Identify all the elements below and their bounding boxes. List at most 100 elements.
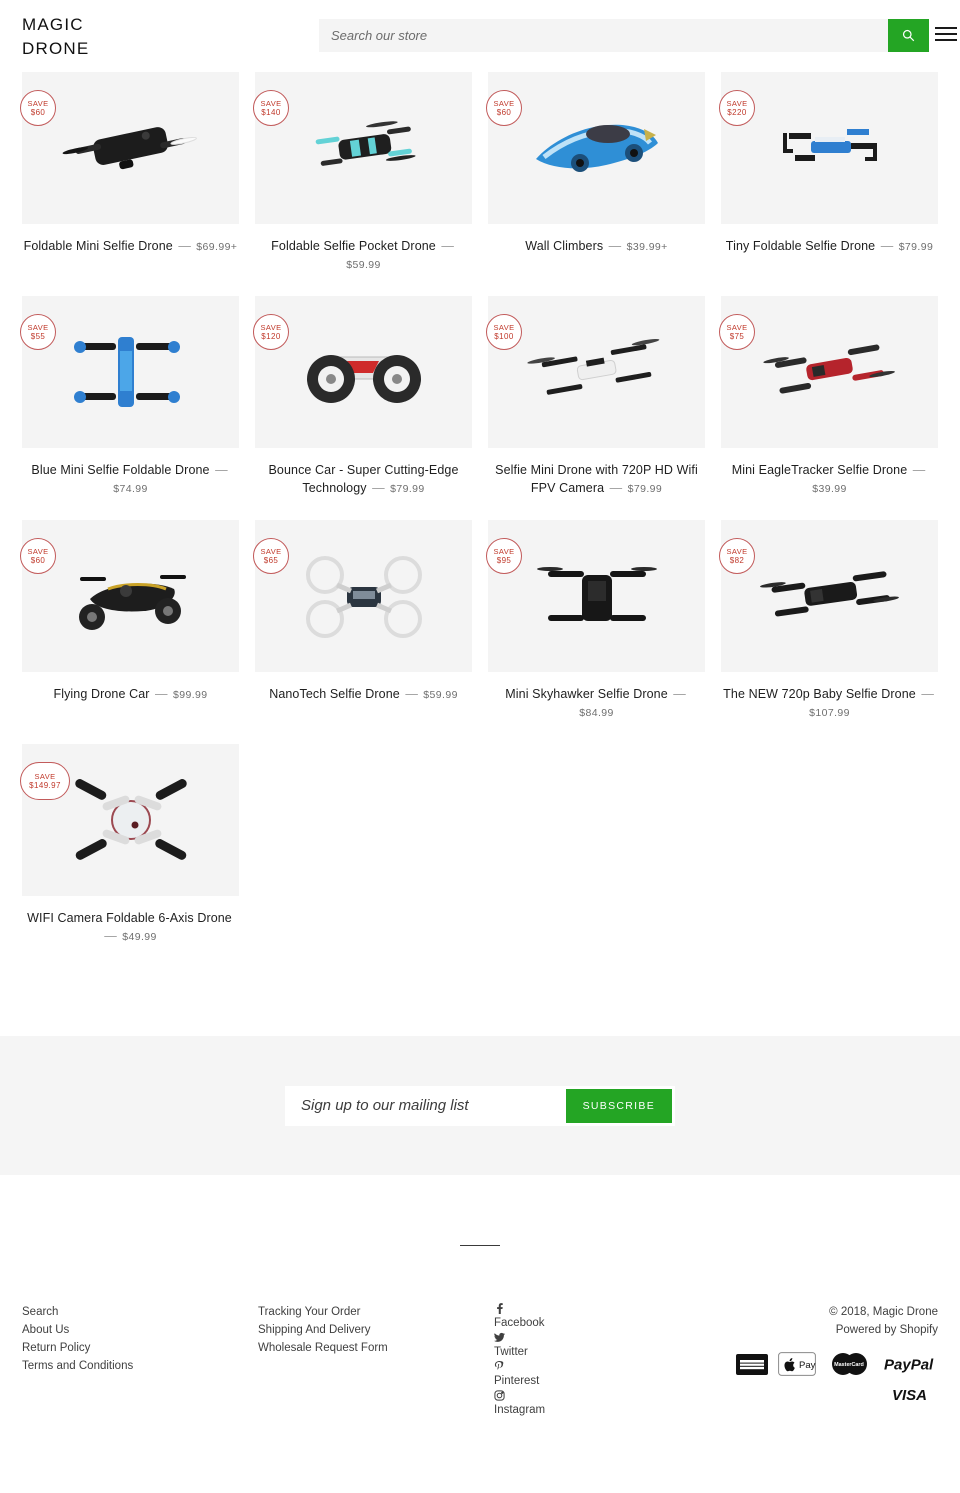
search-input[interactable]	[319, 19, 888, 52]
product-image-tile[interactable]: SAVE $75	[719, 296, 938, 448]
product-title[interactable]: Wall Climbers	[525, 239, 603, 253]
product-title[interactable]: Mini EagleTracker Selfie Drone	[732, 463, 908, 477]
save-badge-amount: $60	[30, 108, 46, 117]
product-price: $69.99+	[196, 241, 238, 253]
newsletter-email-input[interactable]	[288, 1096, 566, 1115]
footer-link-about-us[interactable]: About Us	[22, 1321, 258, 1339]
save-badge-label: SAVE	[27, 323, 49, 332]
save-badge: SAVE $75	[719, 314, 755, 350]
footer-link-tracking-your-order[interactable]: Tracking Your Order	[258, 1303, 494, 1321]
svg-text:VISA: VISA	[892, 1387, 927, 1404]
save-badge-label: SAVE	[726, 99, 748, 108]
product-title[interactable]: WIFI Camera Foldable 6-Axis Drone	[27, 911, 232, 925]
product-price: $107.99	[809, 707, 850, 719]
product-price: $49.99	[122, 931, 157, 943]
product-image-tile[interactable]: SAVE $55	[20, 296, 239, 448]
footer-link-search[interactable]: Search	[22, 1303, 258, 1321]
payment-icon-paypal: PayPal	[882, 1353, 938, 1375]
product-card[interactable]: SAVE $140 Foldable Selfie Pocket Drone — $…	[247, 72, 480, 274]
hamburger-menu-icon[interactable]	[935, 26, 957, 42]
product-separator: —	[437, 239, 454, 253]
product-image-tile[interactable]: SAVE $140	[253, 72, 472, 224]
social-link-pinterest[interactable]: Pinterest	[494, 1361, 736, 1390]
social-link-facebook[interactable]: Facebook	[494, 1303, 736, 1332]
product-image-tile[interactable]: SAVE $100	[486, 296, 705, 448]
product-title[interactable]: Blue Mini Selfie Foldable Drone	[31, 463, 209, 477]
product-image-tile[interactable]: SAVE $149.97	[20, 744, 239, 896]
product-title[interactable]: Mini Skyhawker Selfie Drone	[505, 687, 667, 701]
payment-icon-visa: VISA	[890, 1383, 938, 1405]
site-logo[interactable]: MAGIC DRONE	[22, 13, 182, 61]
product-image-tile[interactable]: SAVE $60	[486, 72, 705, 224]
product-title[interactable]: Flying Drone Car	[53, 687, 149, 701]
product-card[interactable]: SAVE $55 Blue Mini Selfie Foldable Drone —…	[14, 296, 247, 498]
search-submit-button[interactable]	[888, 19, 929, 52]
footer-link-wholesale-request-form[interactable]: Wholesale Request Form	[258, 1339, 494, 1357]
footer-links-primary: Search About Us Return Policy Terms and Con…	[22, 1303, 258, 1419]
subscribe-button[interactable]: SUBSCRIBE	[565, 1088, 672, 1123]
svg-text:MasterCard: MasterCard	[834, 1362, 864, 1368]
product-separator: —	[151, 687, 171, 701]
save-badge: SAVE $55	[20, 314, 56, 350]
menu-bar-1	[935, 27, 957, 29]
product-image-tile[interactable]: SAVE $65	[253, 520, 472, 672]
product-separator: —	[605, 239, 625, 253]
social-link-label: Instagram	[494, 1404, 546, 1416]
product-card[interactable]: SAVE $220 Tiny Foldable Selfie Drone — $79…	[713, 72, 946, 274]
product-info: WIFI Camera Foldable 6-Axis Drone — $49.…	[22, 896, 239, 946]
social-link-instagram[interactable]: Instagram	[494, 1390, 736, 1419]
product-title[interactable]: Foldable Selfie Pocket Drone	[271, 239, 436, 253]
facebook-icon	[494, 1303, 736, 1314]
blue-wall-climber-car-image	[488, 72, 705, 224]
white-bounce-car-image	[255, 296, 472, 448]
product-card[interactable]: SAVE $60 Flying Drone Car — $99.99	[14, 520, 247, 722]
product-image-tile[interactable]: SAVE $82	[719, 520, 938, 672]
product-title[interactable]: Tiny Foldable Selfie Drone	[726, 239, 875, 253]
save-badge-label: SAVE	[493, 547, 515, 556]
product-title[interactable]: Bounce Car - Super Cutting-Edge Technolo…	[268, 463, 458, 495]
save-badge-amount: $140	[261, 108, 281, 117]
product-image-tile[interactable]: SAVE $60	[20, 72, 239, 224]
save-badge: SAVE $220	[719, 90, 755, 126]
product-image-tile[interactable]: SAVE $220	[719, 72, 938, 224]
product-card[interactable]: SAVE $82 The NEW 720p Baby Selfie Drone — …	[713, 520, 946, 722]
social-link-twitter[interactable]: Twitter	[494, 1332, 736, 1361]
footer-link-return-policy[interactable]: Return Policy	[22, 1339, 258, 1357]
save-badge-label: SAVE	[260, 99, 282, 108]
search-icon	[902, 29, 915, 42]
blue-mini-foldable-drone-image	[22, 296, 239, 448]
product-card[interactable]: SAVE $60 Wall Climbers — $39.99+	[480, 72, 713, 274]
product-card[interactable]: SAVE $100 Selfie Mini Drone with 720P HD W…	[480, 296, 713, 498]
social-link-label: Facebook	[494, 1317, 545, 1329]
save-badge-amount: $82	[729, 556, 745, 565]
footer-link-terms-and-conditions[interactable]: Terms and Conditions	[22, 1357, 258, 1375]
product-card[interactable]: SAVE $149.97 WIFI Camera Foldable 6-Axis D…	[14, 744, 247, 946]
product-info: Mini Skyhawker Selfie Drone — $84.99	[488, 672, 705, 722]
product-card[interactable]: SAVE $65 NanoTech Selfie Drone — $59.99	[247, 520, 480, 722]
footer-link-shipping-and-delivery[interactable]: Shipping And Delivery	[258, 1321, 494, 1339]
payment-icons-row-1: Pay MasterCard PayPal	[736, 1352, 938, 1376]
product-card[interactable]: SAVE $120 Bounce Car - Super Cutting-Edge …	[247, 296, 480, 498]
save-badge: SAVE $100	[486, 314, 522, 350]
product-separator: —	[368, 481, 389, 495]
product-card[interactable]: SAVE $95 Mini Skyhawker Selfie Drone — $84…	[480, 520, 713, 722]
product-image-tile[interactable]: SAVE $95	[486, 520, 705, 672]
logo-line-2: DRONE	[22, 39, 90, 58]
save-badge-label: SAVE	[726, 547, 748, 556]
product-title[interactable]: Selfie Mini Drone with 720P HD Wifi FPV …	[495, 463, 698, 495]
product-price: $39.99	[812, 483, 847, 495]
product-card[interactable]: SAVE $75 Mini EagleTracker Selfie Drone — …	[713, 296, 946, 498]
product-separator: —	[909, 463, 926, 477]
product-info: Wall Climbers — $39.99+	[488, 224, 705, 256]
product-image-tile[interactable]: SAVE $120	[253, 296, 472, 448]
product-title[interactable]: Foldable Mini Selfie Drone	[24, 239, 173, 253]
save-badge-amount: $60	[30, 556, 46, 565]
save-badge: SAVE $149.97	[20, 762, 70, 800]
product-image-tile[interactable]: SAVE $60	[20, 520, 239, 672]
product-title[interactable]: NanoTech Selfie Drone	[269, 687, 400, 701]
save-badge-label: SAVE	[493, 323, 515, 332]
menu-bar-3	[935, 39, 957, 41]
product-info: The NEW 720p Baby Selfie Drone — $107.99	[721, 672, 938, 722]
product-card[interactable]: SAVE $60 Foldable Mini Selfie Drone — $69.…	[14, 72, 247, 274]
product-title[interactable]: The NEW 720p Baby Selfie Drone	[723, 687, 916, 701]
